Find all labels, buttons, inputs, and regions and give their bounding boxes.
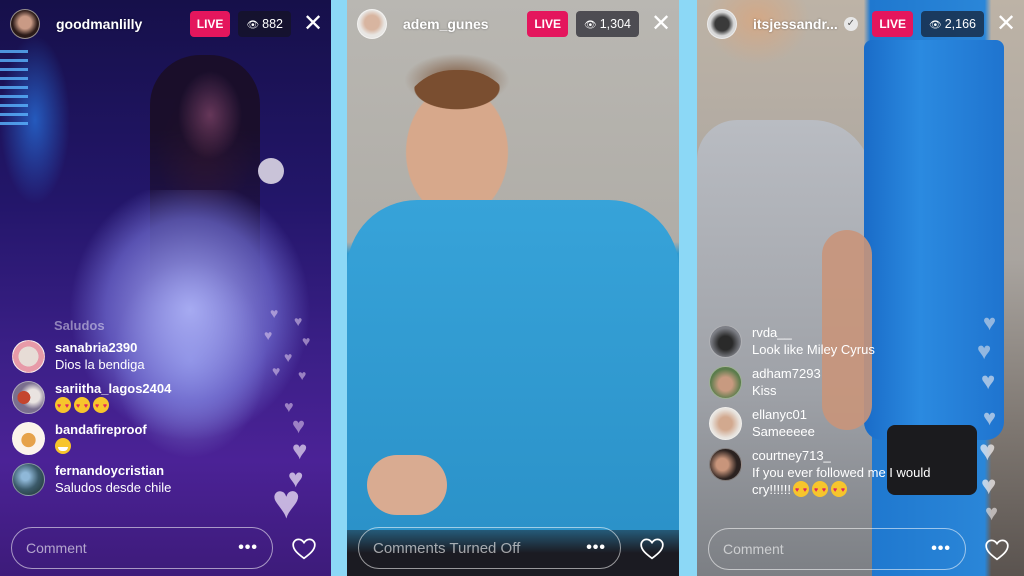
commenter-avatar[interactable] [709, 366, 742, 399]
broadcaster-username[interactable]: goodmanlilly [56, 16, 142, 32]
broadcaster-avatar[interactable] [707, 9, 737, 39]
more-options-icon[interactable]: ••• [586, 539, 606, 557]
commenter-avatar[interactable] [709, 325, 742, 358]
commenter-avatar[interactable] [12, 422, 45, 455]
comment-input[interactable]: Comment ••• [11, 527, 273, 569]
comment-placeholder: Comment [723, 541, 784, 557]
commenter-username[interactable]: ellanyc01 [752, 407, 815, 423]
comment-input-disabled: Comments Turned Off ••• [358, 527, 621, 569]
stream-footer: Comment ••• [11, 526, 319, 570]
stream-footer: Comments Turned Off ••• [358, 526, 667, 570]
heart-outline-icon[interactable] [639, 536, 667, 560]
faded-comment: Saludos [54, 318, 105, 333]
comment-input[interactable]: Comment ••• [708, 528, 966, 570]
commenter-avatar[interactable] [709, 448, 742, 481]
commenter-username[interactable]: rvda__ [752, 325, 875, 341]
comment-text: Look like Miley Cyrus [752, 342, 875, 357]
heart-eyes-emoji-icon [831, 481, 847, 499]
comment-item: ellanyc01 Sameeeee [709, 407, 969, 440]
commenter-username[interactable]: courtney713_ [752, 448, 969, 464]
live-stream-panel-adem-gunes: adem_gunes LIVE 👁 1,304 ✕ Comments Turned… [347, 0, 679, 576]
comment-text: Dios la bendiga [55, 357, 145, 372]
commenter-username[interactable]: sariitha_lagos2404 [55, 381, 171, 397]
heart-eyes-emoji-icon [93, 397, 109, 415]
close-icon[interactable]: ✕ [651, 11, 671, 37]
floating-hearts: ♥ ♥ ♥ ♥ ♥ ♥ ♥ [977, 310, 999, 525]
heart-outline-icon[interactable] [984, 537, 1012, 561]
video-singer [150, 55, 260, 305]
comment-text: Saludos desde chile [55, 480, 172, 495]
broadcaster-avatar[interactable] [10, 9, 40, 39]
heart-eyes-emoji-icon [74, 397, 90, 415]
eye-icon: 👁 [929, 20, 942, 31]
live-stream-panel-goodmanlilly: goodmanlilly LIVE 👁 882 ✕ ♥ ♥ ♥ ♥ ♥ ♥ ♥ ♥… [0, 0, 331, 576]
viewer-count[interactable]: 👁 1,304 [576, 11, 639, 37]
comment-text: Kiss [752, 383, 777, 398]
comment-item: sanabria2390 Dios la bendiga [12, 340, 282, 373]
verified-badge-icon: ✓ [843, 17, 858, 31]
viewer-count-value: 1,304 [599, 17, 631, 31]
broadcaster-username[interactable]: itsjessandr... [753, 16, 838, 32]
commenter-username[interactable]: bandafireproof [55, 422, 147, 438]
commenter-avatar[interactable] [12, 463, 45, 496]
heart-eyes-emoji-icon [55, 397, 71, 415]
video-head [399, 70, 517, 220]
comment-item: courtney713_ If you ever followed me I w… [709, 448, 969, 499]
video-microphone [258, 158, 284, 184]
viewer-count-value: 882 [262, 17, 283, 31]
stream-header: goodmanlilly LIVE 👁 882 ✕ [10, 9, 323, 39]
more-options-icon[interactable]: ••• [931, 540, 951, 558]
viewer-count[interactable]: 👁 2,166 [921, 11, 984, 37]
comment-item: fernandoycristian Saludos desde chile [12, 463, 282, 496]
comments-off-label: Comments Turned Off [373, 539, 521, 557]
comment-emojis [55, 438, 147, 455]
broadcaster-avatar[interactable] [357, 9, 387, 39]
heart-eyes-emoji-icon [812, 481, 828, 499]
commenter-username[interactable]: sanabria2390 [55, 340, 145, 356]
video-shirt [347, 200, 679, 530]
commenter-username[interactable]: fernandoycristian [55, 463, 171, 479]
stream-header: itsjessandr... ✓ LIVE 👁 2,166 ✕ [707, 9, 1016, 39]
comment-feed: Saludos sanabria2390 Dios la bendiga sar… [12, 318, 282, 504]
grin-emoji-icon [55, 438, 71, 454]
comment-item: rvda__ Look like Miley Cyrus [709, 325, 969, 358]
comment-feed: rvda__ Look like Miley Cyrus adham7293 K… [709, 325, 969, 506]
comment-emojis [55, 397, 171, 415]
heart-outline-icon[interactable] [291, 536, 319, 560]
stream-header: adem_gunes LIVE 👁 1,304 ✕ [357, 9, 671, 39]
comment-item: sariitha_lagos2404 [12, 381, 282, 415]
viewer-count[interactable]: 👁 882 [238, 11, 291, 37]
close-icon[interactable]: ✕ [303, 11, 323, 37]
live-stream-panel-itsjessandr: itsjessandr... ✓ LIVE 👁 2,166 ✕ ♥ ♥ ♥ ♥ ♥… [697, 0, 1024, 576]
comment-text: Sameeeee [752, 424, 815, 439]
heart-eyes-emoji-icon [793, 481, 809, 499]
comment-item: bandafireproof [12, 422, 282, 455]
close-icon[interactable]: ✕ [996, 11, 1016, 37]
eye-icon: 👁 [246, 20, 260, 31]
more-options-icon[interactable]: ••• [238, 539, 258, 557]
commenter-avatar[interactable] [12, 340, 45, 373]
stream-footer: Comment ••• [708, 527, 1012, 571]
video-stage-lights [0, 50, 28, 130]
live-badge: LIVE [872, 11, 914, 37]
commenter-avatar[interactable] [12, 381, 45, 414]
commenter-username[interactable]: adham7293 [752, 366, 821, 382]
commenter-avatar[interactable] [709, 407, 742, 440]
live-badge: LIVE [189, 11, 231, 37]
comment-placeholder: Comment [26, 540, 87, 556]
video-hand [367, 455, 447, 515]
live-badge: LIVE [527, 11, 569, 37]
comment-text: If you ever followed me I would cry!!!!!… [752, 464, 969, 499]
broadcaster-username[interactable]: adem_gunes [403, 16, 489, 32]
eye-icon: 👁 [584, 20, 597, 31]
comment-item: adham7293 Kiss [709, 366, 969, 399]
viewer-count-value: 2,166 [944, 17, 976, 31]
